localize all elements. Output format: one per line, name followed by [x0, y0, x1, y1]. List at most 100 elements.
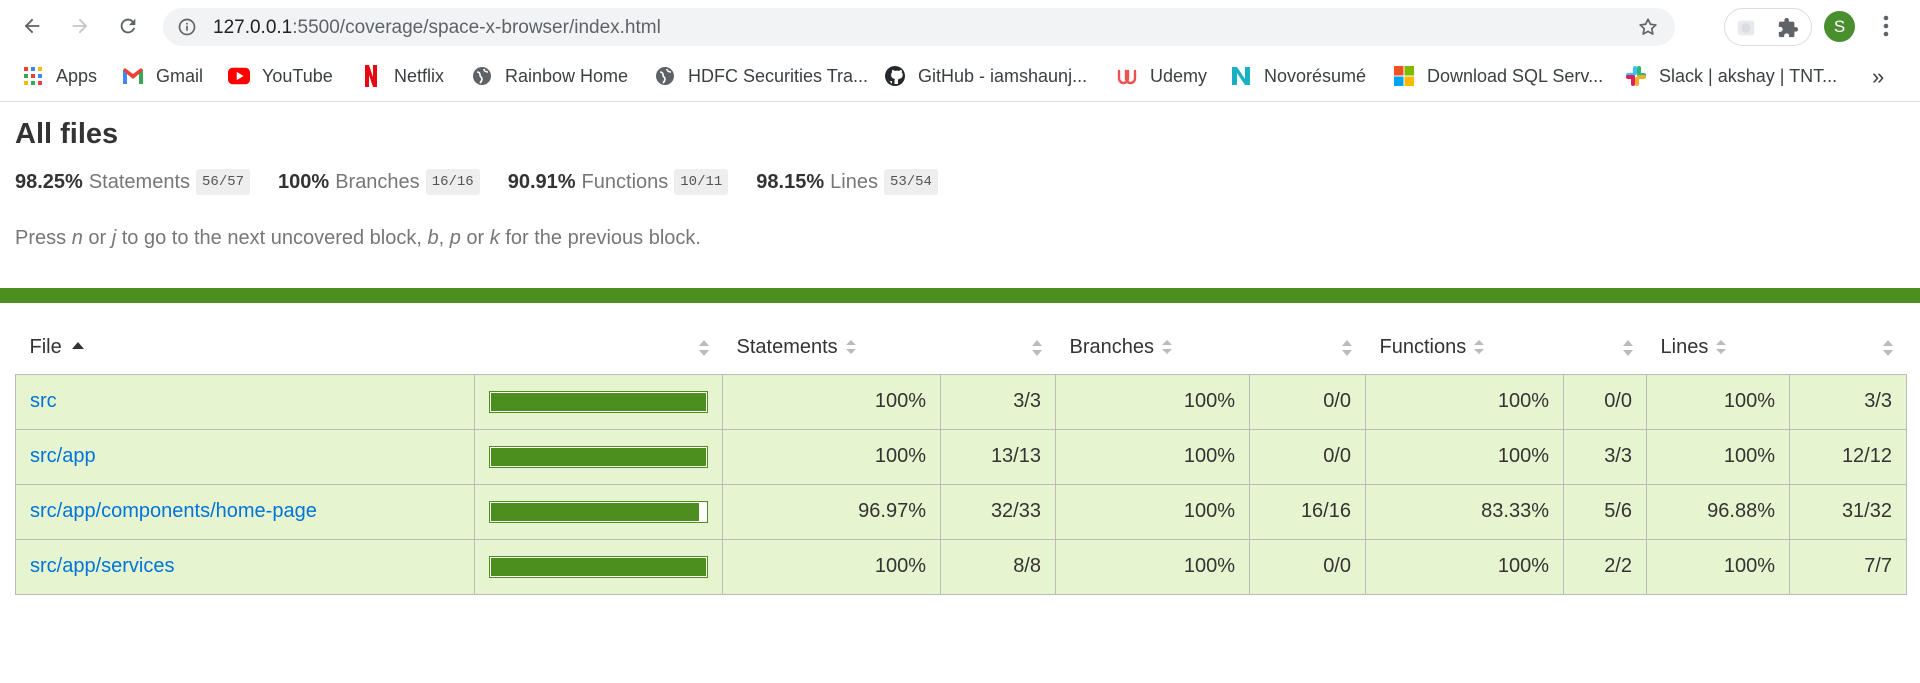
header-branches-raw[interactable]	[1250, 321, 1366, 374]
bookmark-label: Slack | akshay | TNT...	[1659, 65, 1838, 86]
back-button[interactable]	[14, 8, 50, 44]
summary-fraction: 10/11	[674, 169, 729, 195]
summary-pct: 98.25%	[15, 170, 83, 193]
header-functions-raw[interactable]	[1564, 321, 1647, 374]
bookmark-star-icon[interactable]	[1637, 16, 1659, 38]
summary-label: Statements	[88, 170, 191, 193]
file-cell: src/app/components/home-page	[15, 483, 475, 540]
address-bar[interactable]: 127.0.0.1:5500/coverage/space-x-browser/…	[163, 8, 1675, 46]
header-file[interactable]: File	[16, 321, 475, 374]
sort-icon	[1882, 340, 1893, 356]
file-link[interactable]: src	[30, 390, 57, 412]
bookmark-rainbow-home[interactable]: Rainbow Home	[471, 62, 628, 90]
bookmark-label: Novorésumé	[1264, 65, 1367, 86]
bookmarks-overflow-button[interactable]: »	[1872, 64, 1884, 90]
statements-fraction: 8/8	[940, 538, 1056, 595]
functions-fraction: 5/6	[1563, 483, 1647, 540]
branches-pct: 100%	[1055, 428, 1250, 485]
hint-text: ,	[438, 227, 450, 249]
coverage-bar-cell	[474, 538, 723, 595]
bookmark-novoresume[interactable]: Novorésumé	[1230, 62, 1366, 90]
youtube-icon	[228, 65, 250, 87]
header-functions[interactable]: Functions	[1366, 321, 1564, 374]
bookmark-label: Netflix	[394, 65, 445, 86]
header-lines-raw[interactable]	[1790, 321, 1907, 374]
statements-fraction: 3/3	[940, 373, 1056, 430]
sort-icon	[1162, 340, 1172, 355]
summary-statements: 98.25% Statements 56/57	[15, 169, 251, 195]
header-label: Lines	[1660, 335, 1709, 358]
lines-pct: 100%	[1646, 428, 1790, 485]
coverage-summary: 98.25% Statements 56/57 100% Branches 16…	[15, 167, 966, 197]
statements-fraction: 32/33	[940, 483, 1056, 540]
bookmark-youtube[interactable]: YouTube	[228, 62, 333, 90]
reload-icon	[120, 18, 136, 34]
coverage-bar	[489, 555, 708, 578]
file-link[interactable]: src/app/components/home-page	[30, 500, 317, 522]
sort-icon	[1341, 340, 1352, 356]
sort-icon	[1716, 340, 1727, 355]
forward-button[interactable]	[62, 8, 98, 44]
coverage-table: File Statements Branches Functions Lines…	[15, 321, 1907, 595]
slack-icon	[1625, 65, 1647, 87]
functions-pct: 83.33%	[1365, 483, 1564, 540]
sort-icon	[698, 340, 709, 356]
lines-fraction: 31/32	[1789, 483, 1907, 540]
file-link[interactable]: src/app/services	[30, 555, 175, 577]
coverage-status-bar	[0, 288, 1920, 303]
header-statements[interactable]: Statements	[723, 321, 941, 374]
coverage-bar-fill	[491, 447, 706, 466]
file-link[interactable]: src/app	[30, 445, 96, 467]
summary-functions: 90.91% Functions 10/11	[508, 169, 729, 195]
bookmark-sql-server[interactable]: Download SQL Serv...	[1393, 62, 1603, 90]
header-statements-raw[interactable]	[941, 321, 1056, 374]
lines-fraction: 3/3	[1789, 373, 1907, 430]
summary-label: Branches	[335, 170, 420, 193]
file-cell: src/app/services	[15, 538, 475, 595]
sort-icon	[1474, 340, 1485, 355]
bookmark-gmail[interactable]: Gmail	[122, 62, 203, 90]
bookmark-github[interactable]: GitHub - iamshaunj...	[884, 62, 1087, 90]
bookmark-hdfc[interactable]: HDFC Securities Tra...	[654, 62, 868, 90]
branches-pct: 100%	[1055, 483, 1250, 540]
summary-label: Functions	[581, 170, 669, 193]
lines-pct: 96.88%	[1646, 483, 1790, 540]
url-path: :5500/coverage/space-x-browser/index.htm…	[292, 17, 661, 38]
apps-grid-icon	[22, 65, 44, 87]
statements-pct: 96.97%	[722, 483, 941, 540]
coverage-bar-fill	[491, 502, 700, 521]
puzzle-icon[interactable]	[1777, 17, 1799, 39]
globe-icon	[654, 65, 676, 87]
coverage-report: All files 98.25% Statements 56/57 100% B…	[0, 103, 1920, 683]
extension-icon[interactable]	[1735, 17, 1757, 39]
header-file-bar[interactable]	[475, 321, 723, 374]
branches-pct: 100%	[1055, 538, 1250, 595]
hint-text: or	[82, 227, 112, 249]
bookmark-netflix[interactable]: Netflix	[360, 62, 444, 90]
functions-fraction: 2/2	[1563, 538, 1647, 595]
functions-pct: 100%	[1365, 428, 1564, 485]
hint-key: k	[489, 227, 500, 249]
hint-text: to go to the next uncovered block,	[116, 227, 428, 249]
summary-fraction: 16/16	[425, 169, 480, 195]
browser-toolbar: 127.0.0.1:5500/coverage/space-x-browser/…	[0, 0, 1920, 52]
file-cell: src	[15, 373, 475, 430]
statements-pct: 100%	[722, 373, 941, 430]
info-icon[interactable]	[177, 17, 197, 37]
branches-fraction: 0/0	[1249, 538, 1366, 595]
bookmark-apps[interactable]: Apps	[22, 62, 97, 90]
header-lines[interactable]: Lines	[1647, 321, 1790, 374]
sort-icon	[1031, 340, 1042, 356]
bookmark-udemy[interactable]: Udemy	[1116, 62, 1207, 90]
profile-avatar[interactable]: S	[1824, 11, 1855, 42]
summary-branches: 100% Branches 16/16	[278, 169, 480, 195]
bookmark-slack[interactable]: Slack | akshay | TNT...	[1625, 62, 1837, 90]
url-text[interactable]: 127.0.0.1:5500/coverage/space-x-browser/…	[213, 17, 661, 39]
hint-key: n	[71, 227, 83, 249]
more-vert-icon[interactable]	[1876, 12, 1896, 40]
reload-button[interactable]	[110, 8, 146, 44]
summary-pct: 90.91%	[507, 170, 576, 193]
header-branches[interactable]: Branches	[1056, 321, 1250, 374]
github-icon	[884, 65, 906, 87]
bookmark-label: Gmail	[156, 65, 204, 86]
